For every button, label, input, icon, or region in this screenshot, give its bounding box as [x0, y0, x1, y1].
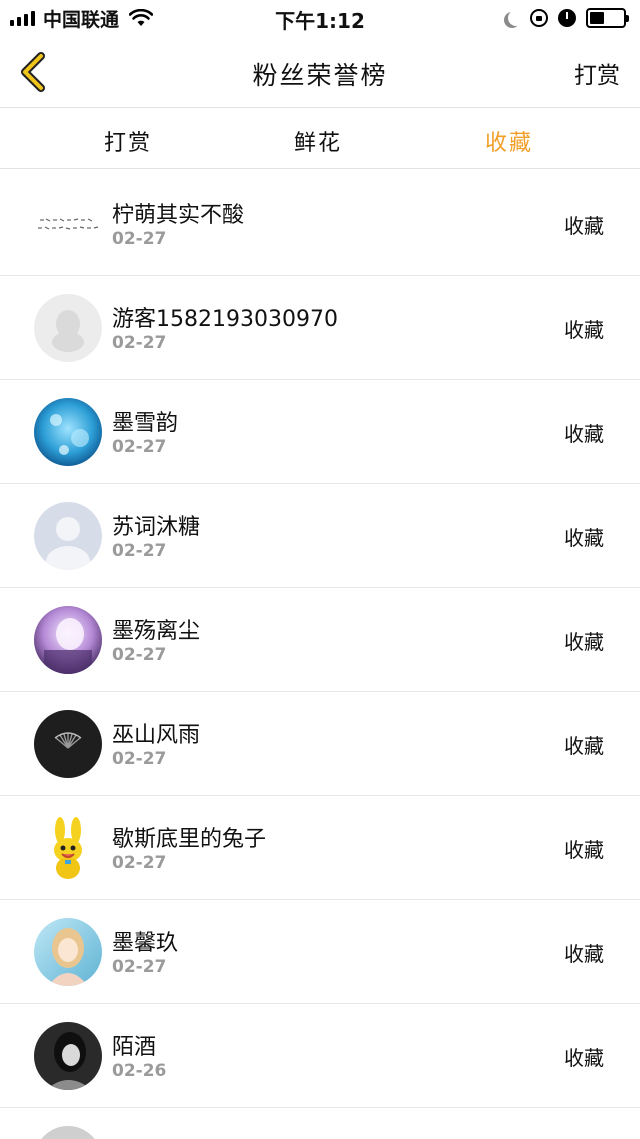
calligraphy-avatar-image — [34, 190, 102, 258]
fan-name: 墨馨玖 — [112, 931, 179, 956]
nav-bar: 粉丝荣誉榜 打赏 — [0, 36, 640, 108]
avatar — [34, 1022, 102, 1090]
avatar — [34, 814, 102, 882]
list-item[interactable]: 陌酒 02-26 收藏 — [0, 1004, 640, 1108]
rotation-lock-icon — [530, 9, 548, 27]
alarm-icon — [558, 9, 576, 27]
fan-list: 柠萌其实不酸 02-27 收藏 游客1582193030970 02-27 收藏… — [0, 172, 640, 1139]
favorite-label: 收藏 — [564, 214, 604, 238]
battery-icon — [586, 8, 629, 28]
anime-avatar-image — [34, 918, 102, 986]
favorite-label: 收藏 — [564, 734, 604, 758]
anime-avatar-image — [34, 606, 102, 674]
list-item[interactable]: 歇斯底里的兔子 02-27 收藏 — [0, 796, 640, 900]
fan-date: 02-27 — [112, 957, 167, 977]
avatar — [34, 918, 102, 986]
favorite-label: 收藏 — [564, 422, 604, 446]
status-right — [504, 7, 629, 29]
list-item-partial — [0, 1108, 640, 1139]
tab-favorites[interactable]: 收藏 — [485, 125, 533, 157]
fan-name: 墨殇离尘 — [112, 619, 201, 644]
fan-name: 柠萌其实不酸 — [112, 203, 245, 228]
do-not-disturb-icon — [508, 10, 524, 26]
fan-avatar-image — [34, 710, 102, 778]
rabbit-avatar-image — [34, 814, 102, 882]
fan-name: 巫山风雨 — [112, 723, 201, 748]
fan-name: 苏词沐糖 — [112, 515, 201, 540]
status-bar: 中国联通 下午1:12 — [0, 0, 640, 36]
fan-date: 02-27 — [112, 645, 167, 665]
avatar — [34, 398, 102, 466]
fan-date: 02-26 — [112, 1061, 167, 1081]
avatar — [34, 710, 102, 778]
list-item[interactable]: 墨殇离尘 02-27 收藏 — [0, 588, 640, 692]
favorite-label: 收藏 — [564, 526, 604, 550]
fan-date: 02-27 — [112, 229, 167, 249]
list-item[interactable]: 柠萌其实不酸 02-27 收藏 — [0, 172, 640, 276]
person-placeholder-icon — [34, 502, 102, 570]
tab-flowers[interactable]: 鲜花 — [294, 125, 342, 157]
reward-button[interactable]: 打赏 — [574, 56, 620, 90]
list-item[interactable]: 苏词沐糖 02-27 收藏 — [0, 484, 640, 588]
fan-date: 02-27 — [112, 437, 167, 457]
fan-date: 02-27 — [112, 749, 167, 769]
list-item[interactable]: 墨馨玖 02-27 收藏 — [0, 900, 640, 1004]
fan-name: 游客1582193030970 — [112, 307, 338, 332]
avatar — [34, 606, 102, 674]
fan-date: 02-27 — [112, 541, 167, 561]
fan-name: 墨雪韵 — [112, 411, 179, 436]
avatar — [34, 190, 102, 258]
avatar — [34, 502, 102, 570]
avatar — [34, 294, 102, 362]
fan-date: 02-27 — [112, 853, 167, 873]
favorite-label: 收藏 — [564, 942, 604, 966]
list-item[interactable]: 巫山风雨 02-27 收藏 — [0, 692, 640, 796]
fan-name: 陌酒 — [112, 1035, 157, 1060]
fan-name: 歇斯底里的兔子 — [112, 827, 267, 852]
tab-reward[interactable]: 打赏 — [104, 125, 152, 157]
favorite-label: 收藏 — [564, 318, 604, 342]
avatar — [34, 1126, 102, 1139]
page-title: 粉丝荣誉榜 — [252, 61, 388, 90]
list-item[interactable]: 游客1582193030970 02-27 收藏 — [0, 276, 640, 380]
favorite-label: 收藏 — [564, 630, 604, 654]
list-item[interactable]: 墨雪韵 02-27 收藏 — [0, 380, 640, 484]
photo-avatar-image — [34, 1022, 102, 1090]
favorite-label: 收藏 — [564, 838, 604, 862]
anime-avatar-image — [34, 398, 102, 466]
favorite-label: 收藏 — [564, 1046, 604, 1070]
tab-bar: 打赏 鲜花 收藏 — [0, 109, 640, 169]
penguin-placeholder-icon — [34, 294, 102, 362]
fan-date: 02-27 — [112, 333, 167, 353]
avatar-image — [34, 1126, 102, 1139]
